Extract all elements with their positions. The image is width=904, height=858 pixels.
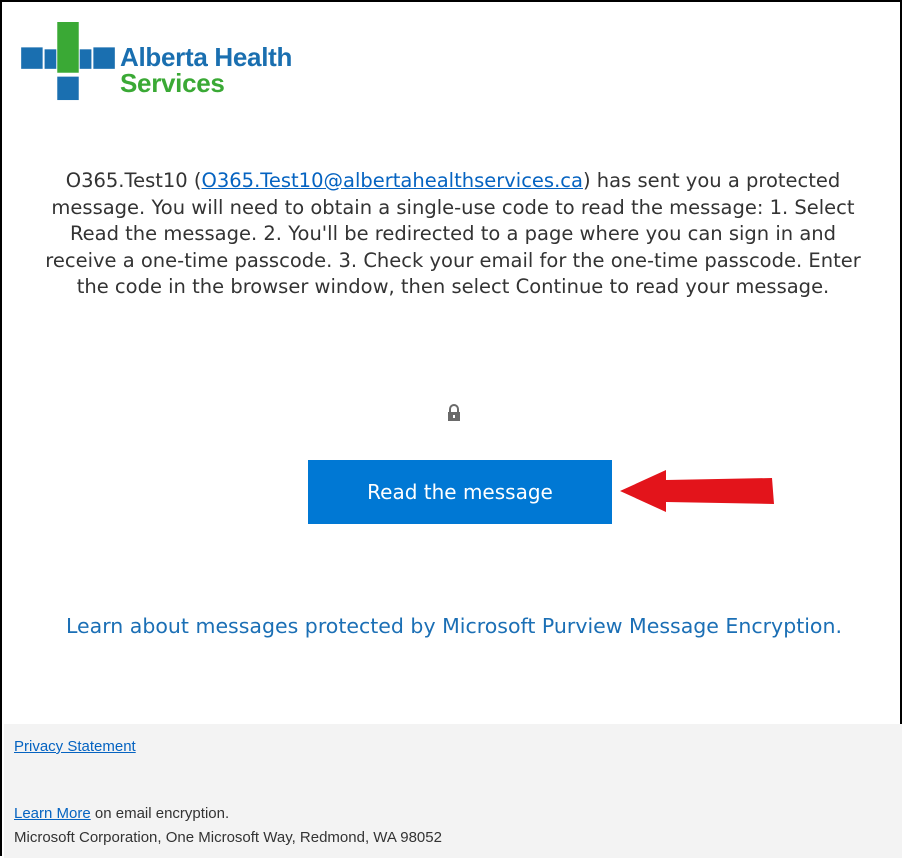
ahs-wordmark: Alberta Health Services: [120, 44, 292, 96]
learn-more-link[interactable]: Learn More: [14, 805, 91, 822]
message-body: O365.Test10 (O365.Test10@albertahealthse…: [42, 168, 864, 301]
email-frame: Alberta Health Services O365.Test10 (O36…: [0, 0, 902, 858]
privacy-statement-link[interactable]: Privacy Statement: [14, 738, 136, 755]
footer: Privacy Statement Learn More on email en…: [4, 724, 902, 858]
learn-encryption-link[interactable]: Learn about messages protected by Micros…: [62, 612, 846, 640]
company-address: Microsoft Corporation, One Microsoft Way…: [14, 829, 442, 846]
read-message-button[interactable]: Read the message: [308, 460, 612, 524]
learn-more-text: on email encryption.: [90, 805, 230, 822]
lock-icon: [448, 404, 460, 421]
arrow-left-icon: [620, 470, 774, 512]
sender-name: O365.Test10 (: [65, 169, 202, 192]
ahs-logo: [21, 22, 115, 101]
brand-line-1: Alberta Health: [120, 42, 293, 72]
learn-more-line: Learn More on email encryption.: [14, 805, 229, 822]
sender-email-link[interactable]: O365.Test10@albertahealthservices.ca: [202, 169, 583, 192]
brand-line-2: Services: [120, 68, 225, 98]
